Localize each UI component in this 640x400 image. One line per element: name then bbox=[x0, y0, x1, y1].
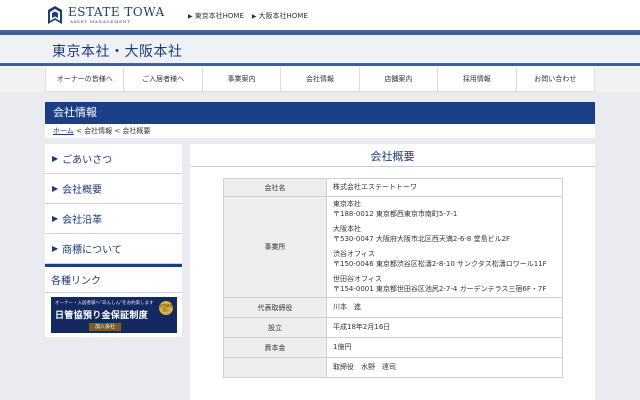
row-value: 株式会社エステートトーワ bbox=[326, 178, 563, 197]
row-label: 事業所 bbox=[223, 196, 327, 298]
site-logo[interactable]: ESTATE TOWA ASSET MANAGEMENT bbox=[46, 3, 165, 27]
logo-wordmark: ESTATE TOWA bbox=[68, 4, 165, 19]
triangle-right-icon: ▶ bbox=[52, 154, 59, 163]
office-name: 渋谷オフィス bbox=[333, 250, 375, 258]
title-divider bbox=[190, 166, 595, 167]
triangle-right-icon: ▶ bbox=[52, 244, 59, 253]
table-row: 代表取締役 川本 進 bbox=[223, 297, 563, 318]
nav-company[interactable]: 会社情報 bbox=[281, 67, 360, 91]
nav-business[interactable]: 事業案内 bbox=[203, 67, 282, 91]
table-row: 設立 平成18年2月16日 bbox=[223, 317, 563, 338]
office-entry: 東京本社 〒188-0012 東京都西東京市南町5-7-1 bbox=[333, 200, 556, 219]
row-label: 設立 bbox=[223, 317, 327, 338]
office-name: 東京本社 bbox=[333, 200, 361, 208]
row-value: 平成18年2月16日 bbox=[326, 317, 563, 338]
row-value: 川本 進 bbox=[326, 297, 563, 318]
table-row: 会社名 株式会社エステートトーワ bbox=[223, 178, 563, 197]
row-label: 資本金 bbox=[223, 337, 327, 358]
banner-title: 日管協預り金保証制度 bbox=[55, 311, 149, 321]
logo-tagline: ASSET MANAGEMENT bbox=[70, 18, 131, 24]
nav-contact[interactable]: お問い合わせ bbox=[517, 67, 595, 91]
office-entry: 大阪本社 〒530-0047 大阪府大阪市北区西天満2-6-8 堂島ビル2F bbox=[333, 225, 556, 244]
sidebar-item-label: ごあいさつ bbox=[62, 155, 113, 166]
sidebar-item-greeting[interactable]: ▶ ごあいさつ bbox=[45, 144, 182, 174]
page-title: 会社概要 bbox=[370, 150, 415, 163]
office-name: 世田谷オフィス bbox=[333, 275, 382, 283]
table-row: 取締役 水野 達司 bbox=[223, 357, 563, 378]
row-value: 取締役 水野 達司 bbox=[326, 357, 563, 378]
header-links: ▶ 東京本社HOME ▶ 大阪本社HOME bbox=[188, 11, 308, 21]
office-address: 〒530-0047 大阪府大阪市北区西天満2-6-8 堂島ビル2F bbox=[333, 234, 511, 243]
banner-member-label: 加入会社 bbox=[89, 323, 122, 331]
main-content: 会社概要 会社名 株式会社エステートトーワ 事業所 東京本社 〒188-0012… bbox=[190, 144, 595, 400]
logo-book-icon bbox=[48, 6, 62, 24]
hero-inner: 東京本社・大阪本社 bbox=[0, 35, 640, 63]
sidebar-banner-wrap: オーナー・入居者様へ"あんしん"をお約束します 日管協預り金保証制度 加入会社 … bbox=[45, 293, 182, 337]
global-nav: オーナーの皆様へ ご入居者様へ 事業案内 会社情報 店舗案内 採用情報 お問い合… bbox=[45, 67, 595, 92]
office-address: 〒150-0046 東京都渋谷区松濤2-8-10 サンクタス松濤ロワール11F bbox=[333, 259, 547, 268]
hero-band: 東京本社・大阪本社 bbox=[0, 30, 640, 66]
breadcrumb-home-link[interactable]: ホーム bbox=[53, 127, 74, 135]
nav-recruit[interactable]: 採用情報 bbox=[438, 67, 517, 91]
row-label: 代表取締役 bbox=[223, 297, 327, 318]
sidebar: ▶ ごあいさつ ▶ 会社概要 ▶ 会社沿革 ▶ 商標について 各種リンク オーナー・入居… bbox=[45, 144, 182, 337]
table-row: 資本金 1億円 bbox=[223, 337, 563, 358]
triangle-right-icon: ▶ bbox=[52, 184, 59, 193]
office-entry: 世田谷オフィス 〒154-0001 東京都世田谷区池尻2-7-4 ガーデンテラス… bbox=[333, 275, 556, 294]
offices-cell: 東京本社 〒188-0012 東京都西東京市南町5-7-1 大阪本社 〒530-… bbox=[326, 196, 563, 298]
sidebar-links-heading: 各種リンク bbox=[45, 267, 182, 293]
site-header: ESTATE TOWA ASSET MANAGEMENT ▶ 東京本社HOME ▶… bbox=[0, 0, 640, 30]
tokyo-home-link[interactable]: ▶ 東京本社HOME bbox=[188, 11, 244, 21]
row-label: 会社名 bbox=[223, 178, 327, 197]
triangle-right-icon: ▶ bbox=[52, 214, 59, 223]
sidebar-item-label: 会社沿革 bbox=[62, 215, 103, 226]
nav-tenants[interactable]: ご入居者様へ bbox=[124, 67, 203, 91]
hero-title: 東京本社・大阪本社 bbox=[52, 44, 183, 60]
nav-owners[interactable]: オーナーの皆様へ bbox=[45, 67, 125, 91]
osaka-home-link[interactable]: ▶ 大阪本社HOME bbox=[252, 11, 308, 21]
office-name: 大阪本社 bbox=[333, 225, 361, 233]
company-info-table: 会社名 株式会社エステートトーワ 事業所 東京本社 〒188-0012 東京都西… bbox=[223, 178, 563, 378]
tokyo-home-label: 東京本社HOME bbox=[194, 12, 244, 20]
breadcrumb-trail: < 会社情報 < 会社概要 bbox=[73, 127, 151, 135]
breadcrumb: ホーム < 会社情報 < 会社概要 bbox=[45, 124, 595, 138]
sidebar-item-history[interactable]: ▶ 会社沿革 bbox=[45, 204, 182, 234]
triangle-right-icon: ▶ bbox=[188, 13, 193, 20]
sidebar-item-trademark[interactable]: ▶ 商標について bbox=[45, 234, 182, 264]
table-row: 事業所 東京本社 〒188-0012 東京都西東京市南町5-7-1 大阪本社 〒… bbox=[223, 196, 563, 298]
banner-tagline: オーナー・入居者様へ"あんしん"をお約束します bbox=[55, 301, 154, 306]
office-entry: 渋谷オフィス 〒150-0046 東京都渋谷区松濤2-8-10 サンクタス松濤ロ… bbox=[333, 250, 556, 269]
banner-seal-icon: 賃貸管理 加入 bbox=[159, 301, 173, 315]
nav-stores[interactable]: 店舗案内 bbox=[360, 67, 439, 91]
sidebar-item-label: 会社概要 bbox=[62, 185, 103, 196]
office-address: 〒188-0012 東京都西東京市南町5-7-1 bbox=[333, 209, 458, 218]
sidebar-item-overview[interactable]: ▶ 会社概要 bbox=[45, 174, 182, 204]
row-value: 1億円 bbox=[326, 337, 563, 358]
sidebar-item-label: 商標について bbox=[62, 245, 122, 256]
osaka-home-label: 大阪本社HOME bbox=[258, 12, 308, 20]
office-address: 〒154-0001 東京都世田谷区池尻2-7-4 ガーデンテラス三宿6F・7F bbox=[333, 284, 547, 293]
section-title: 会社情報 bbox=[45, 102, 595, 124]
row-label bbox=[223, 357, 327, 378]
triangle-right-icon: ▶ bbox=[251, 13, 257, 20]
deposit-guarantee-banner[interactable]: オーナー・入居者様へ"あんしん"をお約束します 日管協預り金保証制度 加入会社 … bbox=[51, 297, 177, 333]
